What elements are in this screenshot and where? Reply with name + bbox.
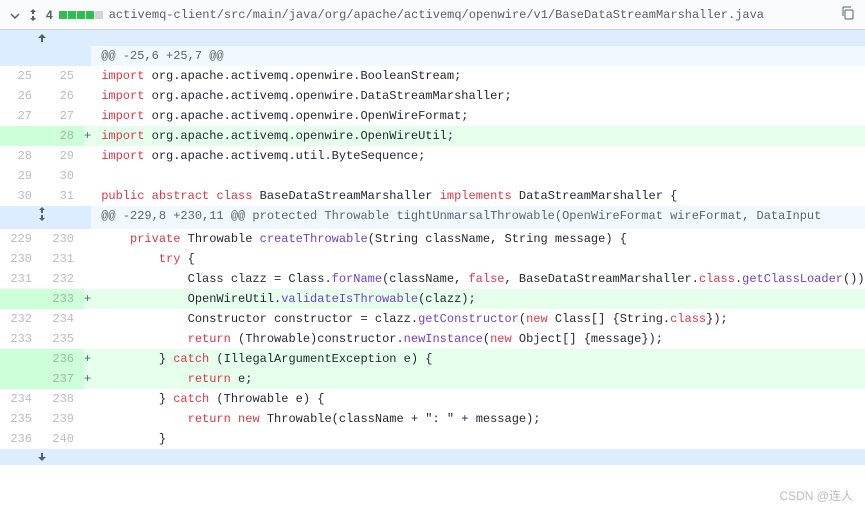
diff-line: 231232 Class clazz = Class.forName(class… bbox=[0, 269, 865, 289]
hunk-text: @@ -25,6 +25,7 @@ bbox=[91, 46, 865, 66]
diff-line-addition: 28+import org.apache.activemq.openwire.O… bbox=[0, 126, 865, 146]
diff-line: 2829import org.apache.activemq.util.Byte… bbox=[0, 146, 865, 166]
diff-line: 235239 return new Throwable(className + … bbox=[0, 409, 865, 429]
diff-line: 233235 return (Throwable)constructor.new… bbox=[0, 329, 865, 349]
hunk-text: @@ -229,8 +230,11 @@ protected Throwable… bbox=[91, 206, 865, 229]
expand-down-row[interactable] bbox=[0, 449, 865, 465]
copy-path-icon[interactable] bbox=[841, 6, 855, 23]
watermark: CSDN @连人 bbox=[779, 487, 853, 504]
diff-line: 230231 try { bbox=[0, 249, 865, 269]
diffstat-blocks bbox=[59, 11, 103, 19]
chevron-down-icon[interactable] bbox=[10, 8, 20, 22]
file-path: activemq-client/src/main/java/org/apache… bbox=[109, 8, 835, 22]
change-count: 4 bbox=[46, 8, 53, 22]
expand-up-row[interactable] bbox=[0, 30, 865, 46]
diff-line: 2525import org.apache.activemq.openwire.… bbox=[0, 66, 865, 86]
diff-line: 236240 } bbox=[0, 429, 865, 449]
diff-line: 234238 } catch (Throwable e) { bbox=[0, 389, 865, 409]
diff-line: 3031public abstract class BaseDataStream… bbox=[0, 186, 865, 206]
diff-line-addition: 233+ OpenWireUtil.validateIsThrowable(cl… bbox=[0, 289, 865, 309]
diff-line: 232234 Constructor constructor = clazz.g… bbox=[0, 309, 865, 329]
hunk-header: @@ -229,8 +230,11 @@ protected Throwable… bbox=[0, 206, 865, 229]
expand-all-icon[interactable] bbox=[26, 8, 40, 22]
diff-line: 2626import org.apache.activemq.openwire.… bbox=[0, 86, 865, 106]
diff-line: 2727import org.apache.activemq.openwire.… bbox=[0, 106, 865, 126]
hunk-header: @@ -25,6 +25,7 @@ bbox=[0, 46, 865, 66]
diff-line: 2930 bbox=[0, 166, 865, 186]
diff-line: 229230 private Throwable createThrowable… bbox=[0, 229, 865, 249]
diff-line-addition: 237+ return e; bbox=[0, 369, 865, 389]
file-header: 4 activemq-client/src/main/java/org/apac… bbox=[0, 0, 865, 30]
diff-table: @@ -25,6 +25,7 @@ 2525import org.apache.… bbox=[0, 30, 865, 465]
diff-line-addition: 236+ } catch (IllegalArgumentException e… bbox=[0, 349, 865, 369]
